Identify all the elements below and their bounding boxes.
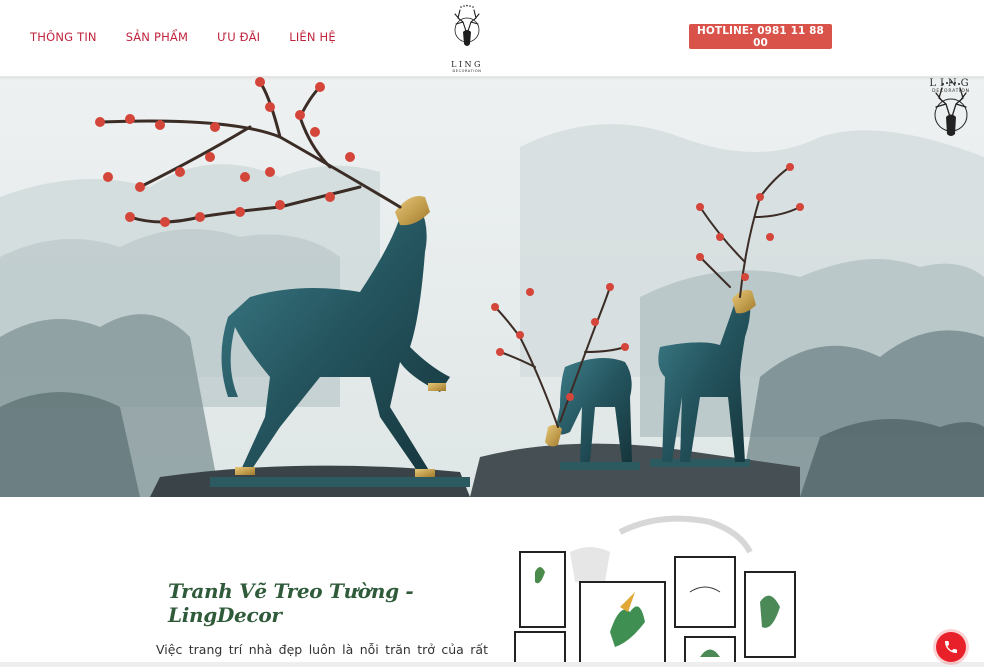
intro-section: Tranh Vẽ Treo Tường - LingDecor Việc tra… [0, 497, 984, 667]
hotline-button[interactable]: HOTLINE: 0981 11 88 00 [689, 24, 832, 49]
section-title: Tranh Vẽ Treo Tường - LingDecor [168, 579, 414, 627]
nav-item-san-pham[interactable]: SẢN PHẨM [126, 30, 188, 44]
wall-art-gallery-image [514, 515, 796, 667]
phone-icon [945, 641, 957, 653]
deer-logo-icon [454, 4, 480, 46]
site-logo[interactable]: LING DECORATION [446, 4, 488, 73]
logo-name: LING [451, 60, 483, 69]
nav-item-thong-tin[interactable]: THÔNG TIN [30, 30, 97, 44]
main-nav: THÔNG TIN SẢN PHẨM ƯU ĐÃI LIÊN HỆ [30, 30, 365, 44]
call-button[interactable] [936, 632, 966, 662]
hero-logo: LING DECORATION [924, 78, 978, 180]
site-header: THÔNG TIN SẢN PHẨM ƯU ĐÃI LIÊN HỆ LING D… [0, 0, 984, 77]
hero-illustration [0, 77, 984, 497]
logo-subtitle: DECORATION [452, 69, 482, 73]
nav-item-lien-he[interactable]: LIÊN HỆ [289, 30, 336, 44]
hero-banner: LING DECORATION [0, 77, 984, 497]
deer-logo-icon [934, 81, 968, 136]
bottom-divider [0, 662, 984, 667]
nav-item-uu-dai[interactable]: ƯU ĐÃI [217, 30, 260, 44]
